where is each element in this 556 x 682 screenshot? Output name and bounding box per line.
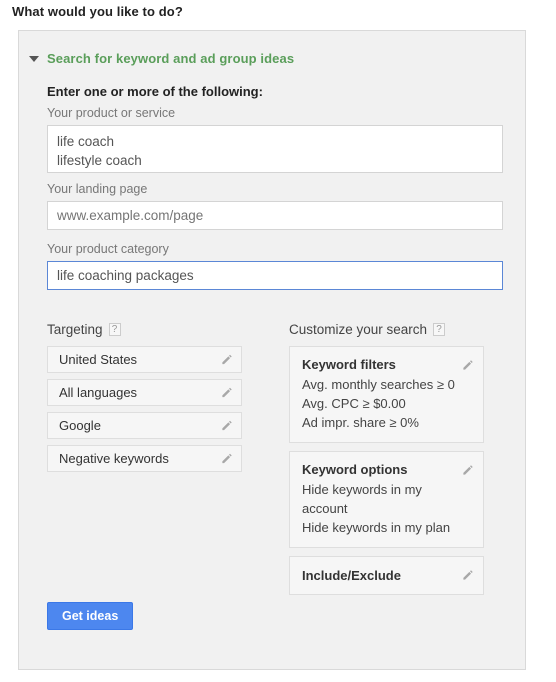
customize-list: Keyword filters Avg. monthly searches ≥ … [289,346,484,603]
pencil-icon[interactable] [220,386,233,399]
keyword-options-box[interactable]: Keyword options Hide keywords in my acco… [289,451,484,548]
targeting-label: Targeting [47,322,103,337]
include-exclude-box[interactable]: Include/Exclude [289,556,484,595]
chevron-down-icon[interactable] [29,55,39,62]
customize-label: Customize your search [289,322,428,337]
pencil-icon[interactable] [220,353,233,366]
keyword-filters-line: Ad impr. share ≥ 0% [302,415,419,430]
product-or-service-input[interactable] [47,125,503,173]
keyword-filters-box[interactable]: Keyword filters Avg. monthly searches ≥ … [289,346,484,443]
product-category-label: Your product category [47,242,169,256]
targeting-row-network[interactable]: Google [47,412,242,439]
pencil-icon[interactable] [461,464,474,477]
keyword-filters-line: Avg. CPC ≥ $0.00 [302,396,406,411]
keyword-options-line: Hide keywords in my plan [302,520,451,535]
targeting-row-location[interactable]: United States [47,346,242,373]
pencil-icon[interactable] [461,569,474,582]
targeting-row-language[interactable]: All languages [47,379,242,406]
targeting-row-label: All languages [59,385,138,400]
question-mark-icon[interactable]: ? [433,323,446,336]
keyword-options-title: Keyword options [302,462,408,477]
search-ideas-card: Search for keyword and ad group ideas En… [18,30,526,670]
landing-page-label: Your landing page [47,182,148,196]
targeting-list: United States All languages Google Negat… [47,346,242,478]
keyword-filters-line: Avg. monthly searches ≥ 0 [302,377,455,392]
keyword-options-line: Hide keywords in my account [302,482,422,516]
pencil-icon[interactable] [220,452,233,465]
get-ideas-button[interactable]: Get ideas [47,602,134,630]
product-or-service-label: Your product or service [47,106,176,120]
pencil-icon[interactable] [220,419,233,432]
customize-header: Customize your search ? [289,322,446,337]
keyword-filters-title: Keyword filters [302,357,396,372]
page-title: What would you like to do? [12,4,183,19]
targeting-row-label: United States [59,352,138,367]
section-header[interactable]: Search for keyword and ad group ideas [29,51,294,66]
targeting-header: Targeting ? [47,322,121,337]
enter-instructions-label: Enter one or more of the following: [47,84,263,99]
targeting-row-label: Google [59,418,101,433]
targeting-row-label: Negative keywords [59,451,169,466]
question-mark-icon[interactable]: ? [108,323,121,336]
landing-page-input[interactable] [47,201,503,230]
targeting-row-negative-keywords[interactable]: Negative keywords [47,445,242,472]
product-category-input[interactable] [47,261,503,290]
pencil-icon[interactable] [461,359,474,372]
section-title[interactable]: Search for keyword and ad group ideas [47,51,294,66]
include-exclude-title: Include/Exclude [302,568,401,583]
